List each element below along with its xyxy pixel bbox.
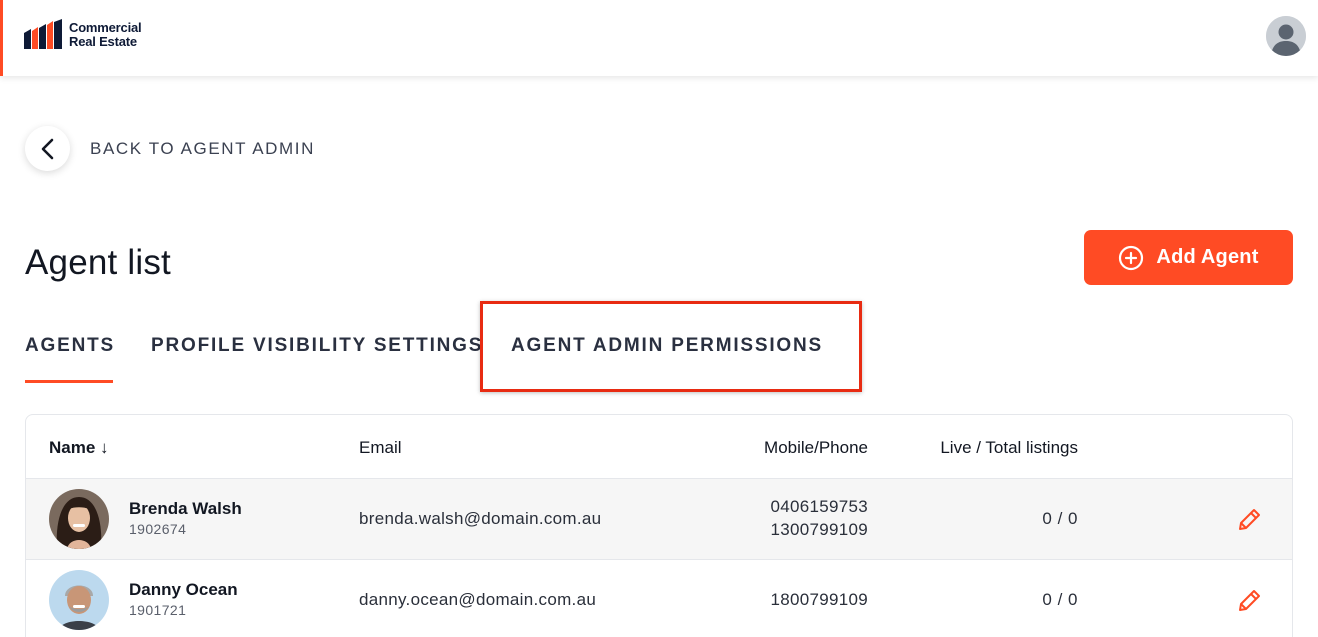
agent-email: danny.ocean@domain.com.au (359, 590, 597, 609)
column-header-email: Email (359, 438, 402, 457)
agent-name[interactable]: Danny Ocean (129, 580, 238, 600)
agent-email: brenda.walsh@domain.com.au (359, 509, 602, 528)
agent-landline: 1300799109 (770, 520, 868, 539)
plus-circle-icon (1119, 245, 1144, 270)
logo-bars-icon (24, 19, 62, 49)
agent-name[interactable]: Brenda Walsh (129, 499, 242, 519)
brand-line-1: Commercial (69, 20, 142, 35)
back-button[interactable] (25, 126, 70, 171)
column-header-name[interactable]: Name ↓ (49, 438, 109, 458)
add-agent-label: Add Agent (1156, 246, 1259, 268)
pencil-icon[interactable] (1236, 588, 1262, 614)
active-tab-indicator (25, 380, 113, 383)
brand-name: Commercial Real Estate (69, 20, 142, 49)
back-to-agent-admin-link[interactable]: BACK TO AGENT ADMIN (90, 139, 315, 159)
agent-id: 1901721 (129, 602, 187, 618)
brand-logo[interactable]: Commercial Real Estate (22, 19, 142, 51)
agent-mobile: 0406159753 (770, 497, 868, 516)
agent-mobile: 1800799109 (770, 590, 868, 609)
tab-agents[interactable]: AGENTS (25, 335, 115, 357)
agent-phone: 1800799109 (770, 590, 868, 610)
table-row[interactable]: Danny Ocean 1901721 danny.ocean@domain.c… (26, 560, 1292, 637)
table-row[interactable]: Brenda Walsh 1902674 brenda.walsh@domain… (26, 479, 1292, 560)
agent-listings: 0 / 0 (1042, 509, 1078, 528)
page-title: Agent list (25, 243, 171, 282)
top-bar: Commercial Real Estate (0, 0, 1318, 76)
agent-id: 1902674 (129, 521, 187, 537)
pencil-icon[interactable] (1236, 507, 1262, 533)
brand-line-2: Real Estate (69, 34, 137, 49)
add-agent-button[interactable]: Add Agent (1084, 230, 1293, 285)
agent-table: Name ↓ Email Mobile/Phone Live / Total l… (25, 414, 1293, 637)
table-header: Name ↓ Email Mobile/Phone Live / Total l… (26, 415, 1292, 479)
tab-agent-admin-permissions[interactable]: AGENT ADMIN PERMISSIONS (511, 335, 823, 357)
agent-avatar (49, 570, 109, 630)
tab-profile-visibility-settings[interactable]: PROFILE VISIBILITY SETTINGS (151, 335, 483, 357)
column-header-listings: Live / Total listings (940, 438, 1078, 457)
agent-phone: 0406159753 1300799109 (770, 497, 868, 540)
agent-avatar (49, 489, 109, 549)
agent-listings: 0 / 0 (1042, 590, 1078, 609)
chevron-left-icon (41, 138, 53, 159)
column-header-phone: Mobile/Phone (764, 438, 868, 457)
user-avatar-icon[interactable] (1266, 16, 1306, 56)
